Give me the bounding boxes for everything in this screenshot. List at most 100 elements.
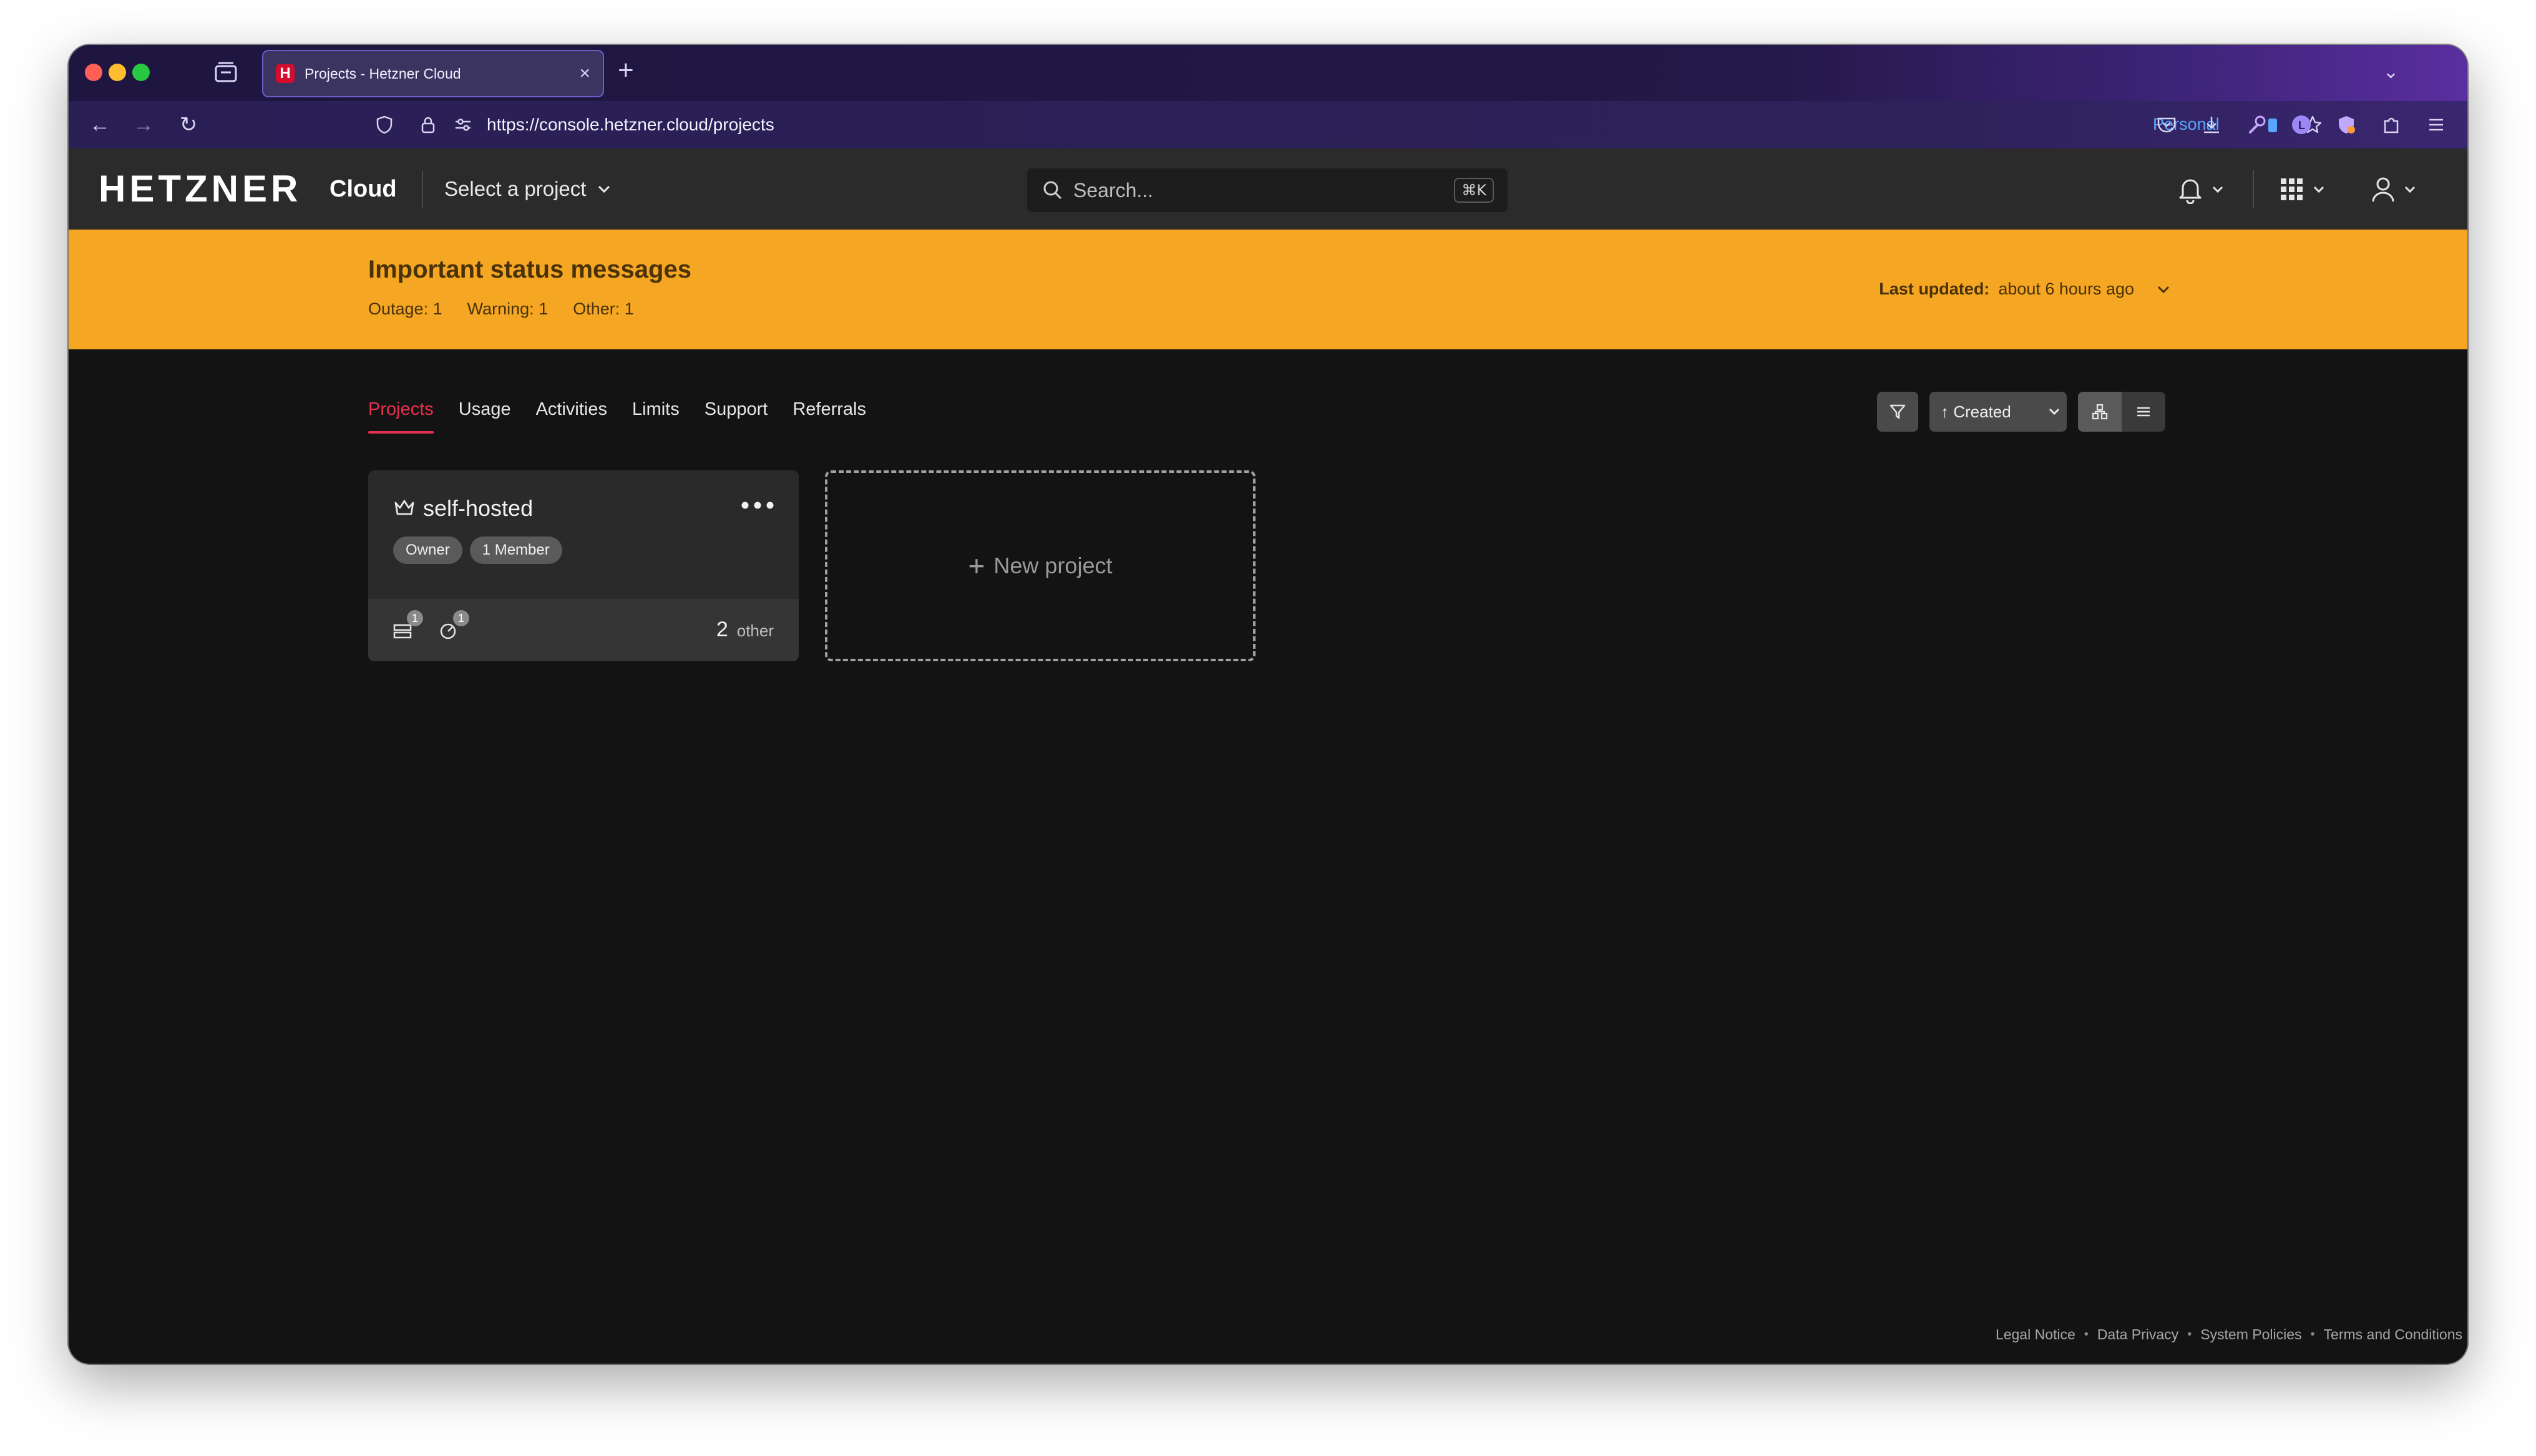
svg-text:L: L — [2298, 119, 2305, 132]
extension-shield-icon[interactable] — [2335, 114, 2358, 136]
tab-title: Projects - Hetzner Cloud — [305, 65, 461, 82]
user-icon — [2372, 177, 2394, 202]
downloads-icon[interactable] — [2200, 114, 2223, 136]
new-project-label: New project — [993, 553, 1113, 578]
sort-select[interactable]: ↑ Created — [1929, 392, 2067, 432]
status-banner-title: Important status messages — [368, 256, 691, 283]
new-tab-icon[interactable]: + — [618, 55, 634, 86]
servers-count: 1 — [407, 610, 423, 626]
volumes-count: 1 — [453, 610, 469, 626]
extension-l-icon[interactable]: L — [2290, 114, 2313, 136]
permissions-icon[interactable] — [453, 115, 473, 135]
project-card[interactable]: self-hosted Owner 1 Member 1 1 2 other — [368, 470, 799, 661]
browser-window: H Projects - Hetzner Cloud × + ⌄ ← → ↻ h… — [69, 45, 2467, 1364]
apps-grid-button[interactable] — [2279, 172, 2325, 207]
card-view-icon — [2092, 404, 2108, 420]
outage-count: Outage: 1 — [368, 299, 442, 319]
back-arrow-icon[interactable]: ← — [87, 112, 112, 137]
footer-link-terms[interactable]: Terms and Conditions — [2324, 1326, 2462, 1343]
grid-view-button[interactable] — [2078, 392, 2122, 432]
project-card-resources: 1 1 2 other — [368, 599, 799, 661]
tab-support[interactable]: Support — [705, 399, 768, 434]
members-badge: 1 Member — [469, 536, 562, 564]
tab-activities[interactable]: Activities — [536, 399, 607, 434]
project-selector-label: Select a project — [444, 177, 587, 200]
list-view-button[interactable] — [2122, 392, 2165, 432]
list-all-tabs-icon[interactable]: ⌄ — [2383, 61, 2399, 83]
bell-icon — [2179, 179, 2202, 204]
hetzner-logo[interactable]: HETZNER — [99, 167, 301, 210]
last-updated[interactable]: Last updated: about 6 hours ago — [1879, 279, 2170, 299]
chevron-down-icon[interactable] — [2157, 285, 2170, 294]
tab-usage[interactable]: Usage — [459, 399, 511, 434]
filter-icon — [1890, 404, 1906, 419]
plus-icon: + — [968, 550, 985, 582]
last-updated-value: about 6 hours ago — [1998, 279, 2134, 298]
close-window-button[interactable] — [85, 64, 102, 81]
projects-toolbar: ↑ Created — [1877, 392, 2165, 432]
extensions-puzzle-icon[interactable] — [2380, 114, 2402, 136]
new-project-button[interactable]: + New project — [825, 470, 1256, 661]
count-label: Warning: — [467, 299, 534, 318]
search-shortcut-hint: ⌘K — [1454, 178, 1494, 203]
close-tab-icon[interactable]: × — [579, 63, 590, 84]
chevron-down-icon — [2049, 408, 2060, 415]
app-header: HETZNER Cloud Select a project ⌘K — [69, 148, 2467, 230]
tab-projects[interactable]: Projects — [368, 399, 434, 434]
lock-icon[interactable] — [418, 115, 438, 135]
count-label: Outage: — [368, 299, 429, 318]
forward-arrow-icon[interactable]: → — [131, 112, 156, 137]
page-footer: Legal Notice • Data Privacy • System Pol… — [1996, 1326, 2462, 1343]
footer-separator: • — [2310, 1327, 2315, 1341]
chevron-down-icon — [598, 185, 610, 193]
container-icon — [2268, 119, 2277, 132]
address-bar[interactable]: https://console.hetzner.cloud/projects P… — [362, 107, 2322, 142]
pocket-icon[interactable] — [2155, 114, 2178, 136]
url-text[interactable]: https://console.hetzner.cloud/projects — [487, 115, 774, 135]
project-selector[interactable]: Select a project — [444, 177, 611, 201]
hamburger-menu-icon[interactable] — [2425, 114, 2447, 136]
crown-icon — [394, 500, 414, 515]
chevron-down-icon — [2313, 186, 2324, 193]
count-value: 1 — [539, 299, 549, 318]
product-name: Cloud — [329, 176, 397, 202]
project-card-header: self-hosted Owner 1 Member — [368, 470, 799, 599]
other-count: Other: 1 — [573, 299, 634, 319]
footer-link-data-privacy[interactable]: Data Privacy — [2097, 1326, 2178, 1343]
minimize-window-button[interactable] — [109, 64, 126, 81]
chevron-down-icon — [2404, 186, 2416, 193]
browser-tab-active[interactable]: H Projects - Hetzner Cloud × — [262, 50, 604, 97]
notifications-button[interactable] — [2177, 172, 2224, 207]
other-resources[interactable]: 2 other — [716, 618, 774, 642]
servers-resource[interactable]: 1 — [389, 610, 423, 644]
project-name[interactable]: self-hosted — [423, 495, 533, 522]
search-box[interactable]: ⌘K — [1027, 168, 1508, 212]
search-input[interactable] — [1072, 178, 1455, 203]
other-resources-label: other — [736, 621, 774, 640]
footer-link-legal-notice[interactable]: Legal Notice — [1996, 1326, 2075, 1343]
more-options-icon[interactable] — [739, 493, 776, 518]
user-menu-button[interactable] — [2370, 172, 2416, 207]
tab-referrals[interactable]: Referrals — [792, 399, 866, 434]
tracking-shield-icon[interactable] — [374, 115, 394, 135]
view-toggle — [2078, 392, 2165, 432]
maximize-window-button[interactable] — [132, 64, 150, 81]
warning-count: Warning: 1 — [467, 299, 549, 319]
project-badges: Owner 1 Member — [393, 536, 562, 564]
chevron-down-icon — [2212, 186, 2223, 193]
filter-button[interactable] — [1877, 392, 1918, 432]
count-value: 1 — [432, 299, 442, 318]
status-banner[interactable]: Important status messages Outage: 1 Warn… — [69, 230, 2467, 349]
reload-icon[interactable]: ↻ — [176, 112, 201, 137]
browser-nav-bar: ← → ↻ https://console.hetzner.cloud/proj… — [69, 101, 2467, 148]
last-updated-label: Last updated: — [1879, 279, 1990, 298]
footer-link-system-policies[interactable]: System Policies — [2200, 1326, 2301, 1343]
header-divider — [2253, 170, 2254, 208]
tab-overview-icon[interactable] — [213, 61, 238, 84]
volumes-resource[interactable]: 1 — [436, 610, 469, 644]
wrench-icon[interactable] — [2245, 114, 2268, 136]
tab-limits[interactable]: Limits — [632, 399, 680, 434]
footer-separator: • — [2084, 1327, 2089, 1341]
role-badge: Owner — [393, 536, 462, 564]
section-tabs: Projects Usage Activities Limits Support… — [368, 399, 866, 434]
